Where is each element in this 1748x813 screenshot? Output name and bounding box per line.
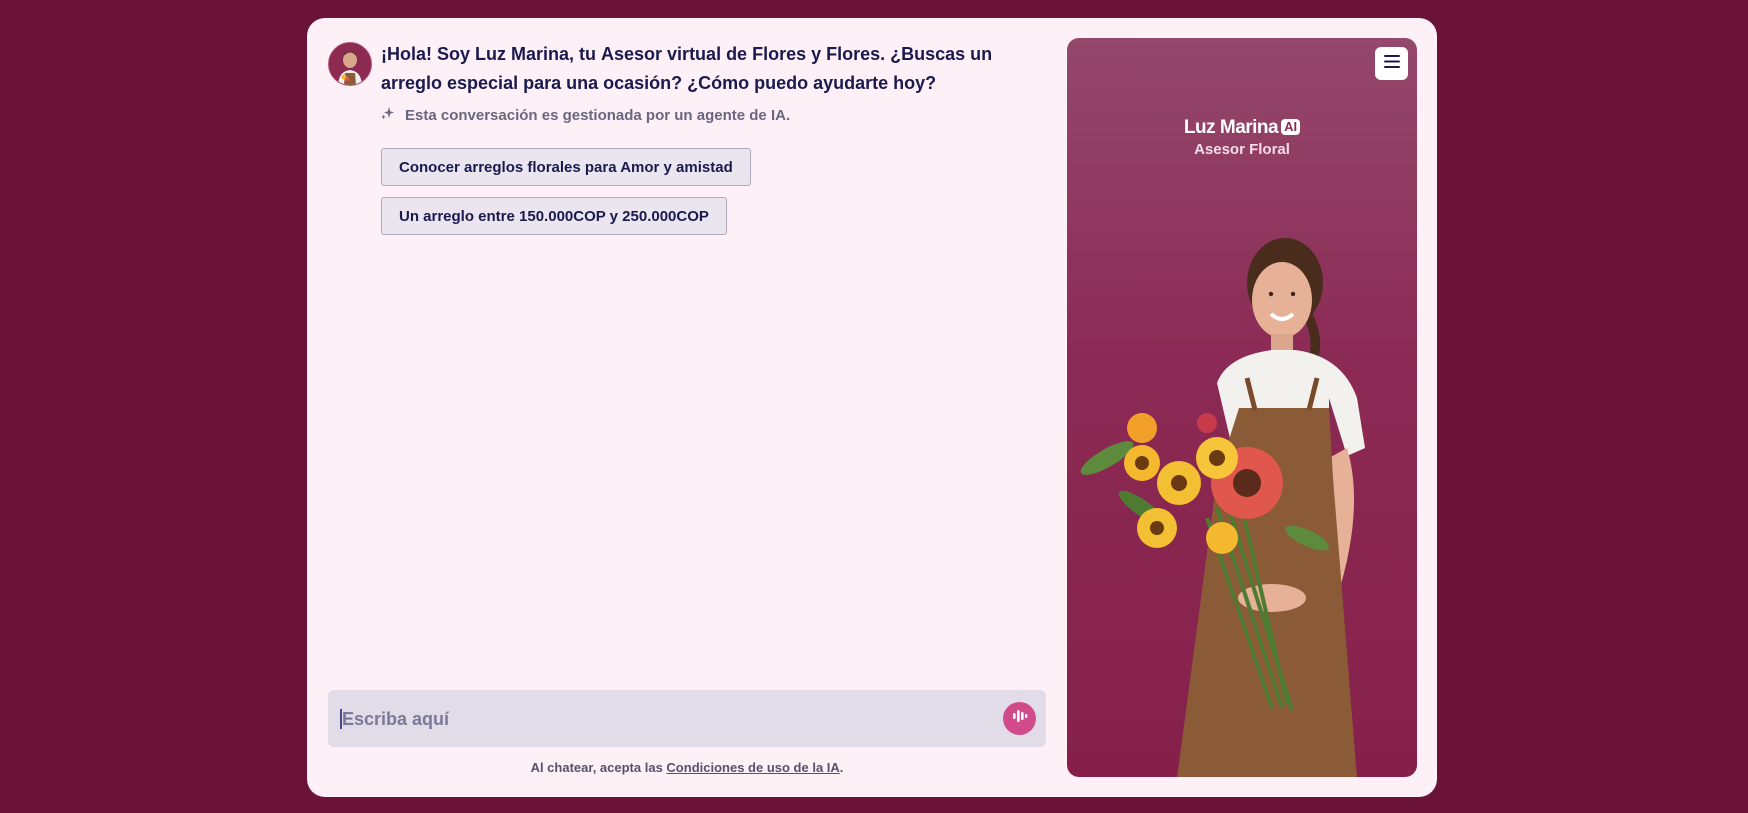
greeting-brand-text: Asesor virtual de Flores y Flores — [601, 44, 881, 64]
greeting-text-start: ¡Hola! Soy Luz Marina, tu — [381, 44, 602, 64]
assistant-name-row: Luz Marina AI — [1067, 117, 1417, 139]
menu-button[interactable] — [1375, 47, 1408, 80]
voice-icon — [1012, 709, 1028, 728]
terms-link[interactable]: Condiciones de uso de la IA — [666, 760, 839, 775]
terms-period: . — [839, 760, 844, 775]
voice-button[interactable] — [1003, 702, 1036, 735]
assistant-role: Asesor Floral — [1194, 141, 1290, 158]
hamburger-menu-icon — [1383, 54, 1400, 73]
terms-notice: Al chatear, acepta las Condiciones de us… — [307, 760, 1067, 775]
ai-badge: AI — [1281, 119, 1301, 135]
assistant-greeting-message: ¡Hola! Soy Luz Marina, tu Asesor virtual… — [381, 40, 1001, 98]
sparkle-icon — [381, 106, 395, 124]
ai-disclaimer: Esta conversación es gestionada por un a… — [381, 106, 790, 124]
assistant-avatar — [328, 42, 372, 86]
suggestion-button-price-range[interactable]: Un arreglo entre 150.000COP y 250.000COP — [381, 197, 727, 235]
assistant-identity: Luz Marina AI Asesor Floral — [1067, 117, 1417, 158]
message-input[interactable] — [340, 690, 984, 749]
terms-text: Al chatear, acepta las — [530, 760, 667, 775]
assistant-profile-panel: Luz Marina AI Asesor Floral — [1067, 38, 1417, 777]
message-input-bar — [328, 690, 1046, 749]
chat-area: ¡Hola! Soy Luz Marina, tu Asesor virtual… — [307, 18, 1047, 797]
chat-card: ¡Hola! Soy Luz Marina, tu Asesor virtual… — [307, 18, 1437, 797]
assistant-name: Luz Marina — [1183, 117, 1279, 138]
suggestion-button-amor-amistad[interactable]: Conocer arreglos florales para Amor y am… — [381, 148, 751, 186]
text-cursor — [340, 709, 342, 729]
ai-disclaimer-text: Esta conversación es gestionada por un a… — [405, 106, 791, 124]
